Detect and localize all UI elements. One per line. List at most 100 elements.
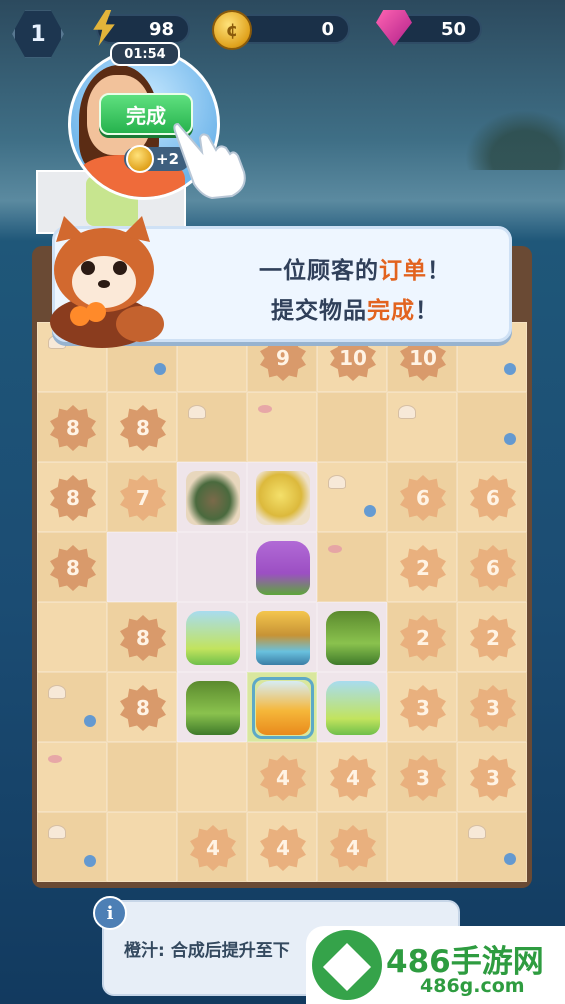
board-cell[interactable]: 8 (37, 462, 107, 532)
board-cell[interactable] (457, 392, 527, 462)
board-cell[interactable] (177, 742, 247, 812)
merge-item-lemonade[interactable] (186, 611, 240, 665)
board-cell[interactable] (247, 602, 317, 672)
locked-tile-level: 2 (470, 615, 516, 661)
board-cell[interactable] (317, 532, 387, 602)
locked-tile-level: 3 (470, 685, 516, 731)
locked-tile-level: 8 (120, 615, 166, 661)
background-island (465, 110, 565, 170)
merge-item-lemonade[interactable] (326, 681, 380, 735)
shell-decoration (328, 475, 346, 489)
board-cell[interactable] (37, 602, 107, 672)
board-cell[interactable] (247, 672, 317, 742)
board-cell[interactable]: 3 (387, 742, 457, 812)
shell-decoration (48, 685, 66, 699)
board-cell[interactable] (247, 462, 317, 532)
board-cell[interactable]: 2 (387, 602, 457, 672)
board-cell[interactable]: 8 (37, 392, 107, 462)
board-cell[interactable] (107, 532, 177, 602)
board-cell[interactable]: 3 (387, 672, 457, 742)
board-cell[interactable] (37, 812, 107, 882)
board-cell[interactable] (37, 742, 107, 812)
locked-tile-level: 8 (50, 475, 96, 521)
board-cell[interactable] (247, 532, 317, 602)
board-cell[interactable]: 3 (457, 742, 527, 812)
info-icon[interactable]: i (93, 896, 127, 930)
board-cell[interactable]: 7 (107, 462, 177, 532)
locked-tile-level: 4 (260, 755, 306, 801)
board-cell[interactable] (317, 672, 387, 742)
board-grid: 9 10 10 8 8 8 7 6 6 8 2 6 8 2 2 8 3 3 4 4 3 3 4 4 4 (37, 322, 527, 884)
merge-item-fish[interactable] (186, 471, 240, 525)
locked-tile-level: 8 (50, 545, 96, 591)
merge-item-chair[interactable] (256, 611, 310, 665)
board-cell[interactable]: 4 (247, 812, 317, 882)
board-cell[interactable]: 2 (387, 532, 457, 602)
energy-value: 98 (148, 18, 174, 40)
board-cell[interactable] (457, 812, 527, 882)
merge-item-green[interactable] (326, 611, 380, 665)
level-badge[interactable]: 1 (12, 10, 64, 58)
board-cell[interactable]: 6 (387, 462, 457, 532)
board-cell[interactable] (177, 672, 247, 742)
seed-decoration (364, 505, 376, 517)
board-cell[interactable]: 4 (317, 742, 387, 812)
order-timer: 01:54 (110, 42, 180, 66)
locked-tile-level: 8 (120, 685, 166, 731)
locked-tile-level: 4 (330, 825, 376, 871)
board-cell[interactable] (247, 392, 317, 462)
locked-tile-level: 3 (400, 685, 446, 731)
locked-tile-level: 6 (470, 545, 516, 591)
locked-tile-level: 4 (260, 825, 306, 871)
board-cell[interactable]: 8 (107, 602, 177, 672)
merge-item-green[interactable] (186, 681, 240, 735)
shell-decoration (398, 405, 416, 419)
locked-tile-level: 2 (400, 545, 446, 591)
locked-tile-level: 4 (190, 825, 236, 871)
board-cell[interactable]: 4 (247, 742, 317, 812)
board-cell[interactable] (317, 392, 387, 462)
seed-decoration (504, 853, 516, 865)
board-cell[interactable]: 8 (107, 672, 177, 742)
locked-tile-level: 2 (400, 615, 446, 661)
red-panda-mascot (50, 216, 164, 348)
board-cell[interactable] (37, 672, 107, 742)
shell-decoration (48, 825, 66, 839)
gem-value: 50 (440, 18, 466, 40)
board-cell[interactable] (177, 392, 247, 462)
board-cell[interactable]: 4 (177, 812, 247, 882)
board-cell[interactable]: 8 (37, 532, 107, 602)
pebble-decoration (258, 405, 272, 413)
seed-decoration (504, 433, 516, 445)
selection-frame (252, 677, 314, 739)
seed-decoration (504, 363, 516, 375)
shell-decoration (468, 825, 486, 839)
board-cell[interactable] (177, 462, 247, 532)
board-cell[interactable] (107, 812, 177, 882)
seed-decoration (84, 855, 96, 867)
seed-decoration (84, 715, 96, 727)
locked-tile-level: 4 (330, 755, 376, 801)
seed-decoration (154, 363, 166, 375)
shell-decoration (188, 405, 206, 419)
board-cell[interactable] (317, 462, 387, 532)
board-cell[interactable] (177, 602, 247, 672)
board-cell[interactable]: 2 (457, 602, 527, 672)
board-cell[interactable]: 4 (317, 812, 387, 882)
merge-item-duck[interactable] (256, 471, 310, 525)
merge-item-cocktail[interactable] (256, 541, 310, 595)
board-cell[interactable]: 6 (457, 462, 527, 532)
locked-tile-level: 6 (400, 475, 446, 521)
board-cell[interactable] (387, 392, 457, 462)
reward-coin-icon (126, 145, 154, 173)
hint-text: 橙汁: 合成后提升至下 (124, 941, 290, 961)
board-cell[interactable]: 6 (457, 532, 527, 602)
watermark-domain: 486g.com (420, 975, 525, 997)
board-cell[interactable]: 8 (107, 392, 177, 462)
coin-icon: ¢ (212, 10, 252, 50)
board-cell[interactable] (317, 602, 387, 672)
board-cell[interactable] (387, 812, 457, 882)
board-cell[interactable] (177, 532, 247, 602)
board-cell[interactable] (107, 742, 177, 812)
board-cell[interactable]: 3 (457, 672, 527, 742)
